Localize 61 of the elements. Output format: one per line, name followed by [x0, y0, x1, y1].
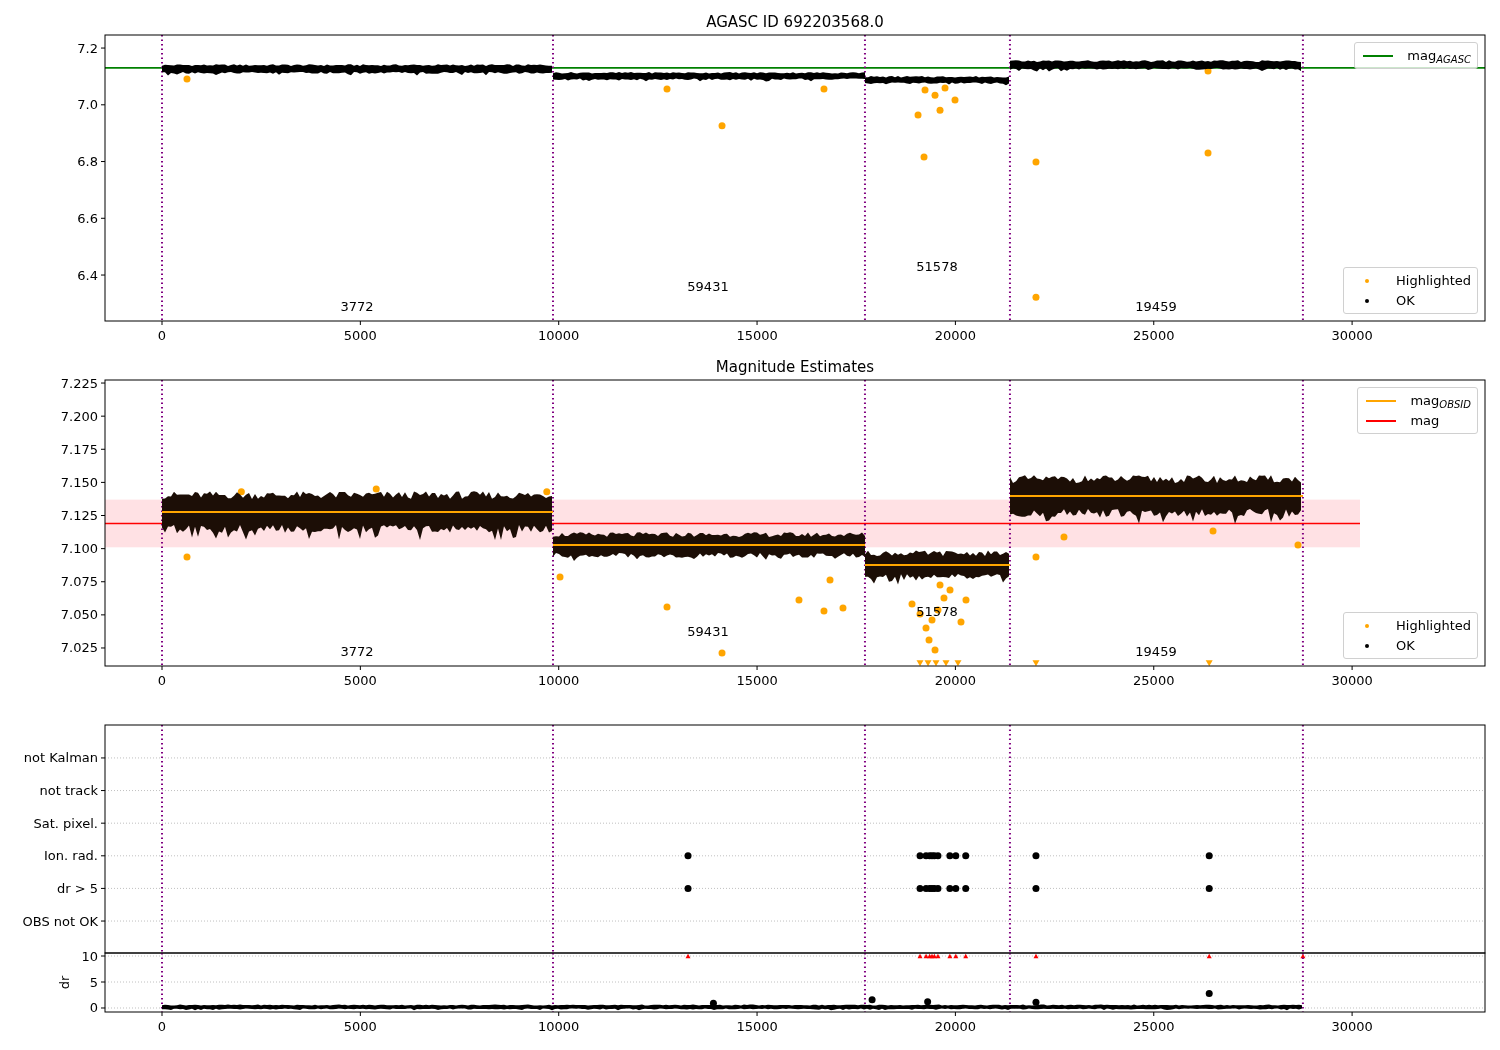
- tick-label: 7.025: [60, 640, 98, 656]
- tick-label: 7.100: [60, 541, 98, 557]
- legend-label: mag: [1410, 412, 1440, 429]
- legend-label: OK: [1396, 292, 1415, 309]
- tick-label: 20000: [934, 328, 977, 343]
- tick-label: 0: [157, 328, 167, 343]
- tick-label: 7.2: [77, 40, 98, 56]
- tick-label: dr > 5: [56, 880, 98, 896]
- obsid-label: 59431: [687, 279, 729, 294]
- tick-label: 0: [89, 1000, 98, 1016]
- tick-label: 7.050: [60, 607, 98, 623]
- tick-label: 7.150: [60, 474, 98, 490]
- tick-label: 25000: [1133, 1019, 1175, 1034]
- tick-label: 30000: [1331, 673, 1373, 688]
- tick-label: 6.8: [77, 154, 98, 170]
- legend-label: Highlighted: [1396, 272, 1471, 289]
- legend-label: mag$_{AGASC}$: [1407, 47, 1471, 64]
- tick-label: 15000: [736, 1019, 778, 1034]
- tick-label: 0: [157, 673, 167, 688]
- tick-label: not Kalman: [23, 750, 98, 766]
- tick-label: 5: [89, 974, 98, 990]
- legend-label: Highlighted: [1396, 617, 1471, 634]
- tick-label: 7.225: [60, 375, 98, 391]
- tick-label: 10000: [538, 328, 580, 343]
- obsid-label: 3772: [340, 644, 374, 659]
- tick-label: 6.6: [77, 210, 98, 226]
- tick-label: 5000: [343, 1019, 377, 1034]
- tick-label: 10000: [538, 673, 580, 688]
- obsid-label: 19459: [1135, 644, 1177, 659]
- tick-label: 5000: [343, 328, 377, 343]
- tick-label: 0: [157, 1019, 167, 1034]
- tick-label: not track: [39, 783, 98, 799]
- tick-label: 15000: [736, 673, 778, 688]
- tick-label: 7.125: [60, 508, 98, 523]
- tick-label: 7.075: [60, 574, 98, 590]
- tick-label: 25000: [1133, 673, 1175, 688]
- obsid-label: 51578: [916, 259, 958, 274]
- tick-label: Ion. rad.: [44, 848, 98, 864]
- tick-label: 7.0: [77, 97, 98, 113]
- tick-label: 7.200: [60, 408, 98, 424]
- obsid-label: 19459: [1135, 299, 1177, 314]
- tick-label: OBS not OK: [22, 913, 98, 929]
- tick-label: 5000: [343, 673, 377, 688]
- tick-label: 30000: [1331, 328, 1373, 343]
- tick-label: 7.175: [60, 441, 98, 457]
- obsid-label: 59431: [687, 624, 729, 639]
- tick-label: Sat. pixel.: [33, 815, 98, 831]
- chart-title: Magnitude Estimates: [715, 358, 875, 376]
- legend-label: mag$_{OBSID}$: [1410, 392, 1471, 409]
- axis-label: dr: [57, 975, 72, 990]
- obsid-label: 3772: [340, 299, 374, 314]
- tick-label: 10: [81, 948, 98, 964]
- tick-label: 10000: [538, 1019, 580, 1034]
- legend-label: OK: [1396, 637, 1415, 654]
- tick-label: 6.4: [77, 267, 98, 283]
- tick-label: 20000: [934, 673, 977, 688]
- tick-label: 20000: [934, 1019, 977, 1034]
- tick-label: 15000: [736, 328, 778, 343]
- tick-label: 25000: [1133, 328, 1175, 343]
- chart-title: AGASC ID 692203568.0: [706, 13, 884, 31]
- tick-label: 30000: [1331, 1019, 1373, 1034]
